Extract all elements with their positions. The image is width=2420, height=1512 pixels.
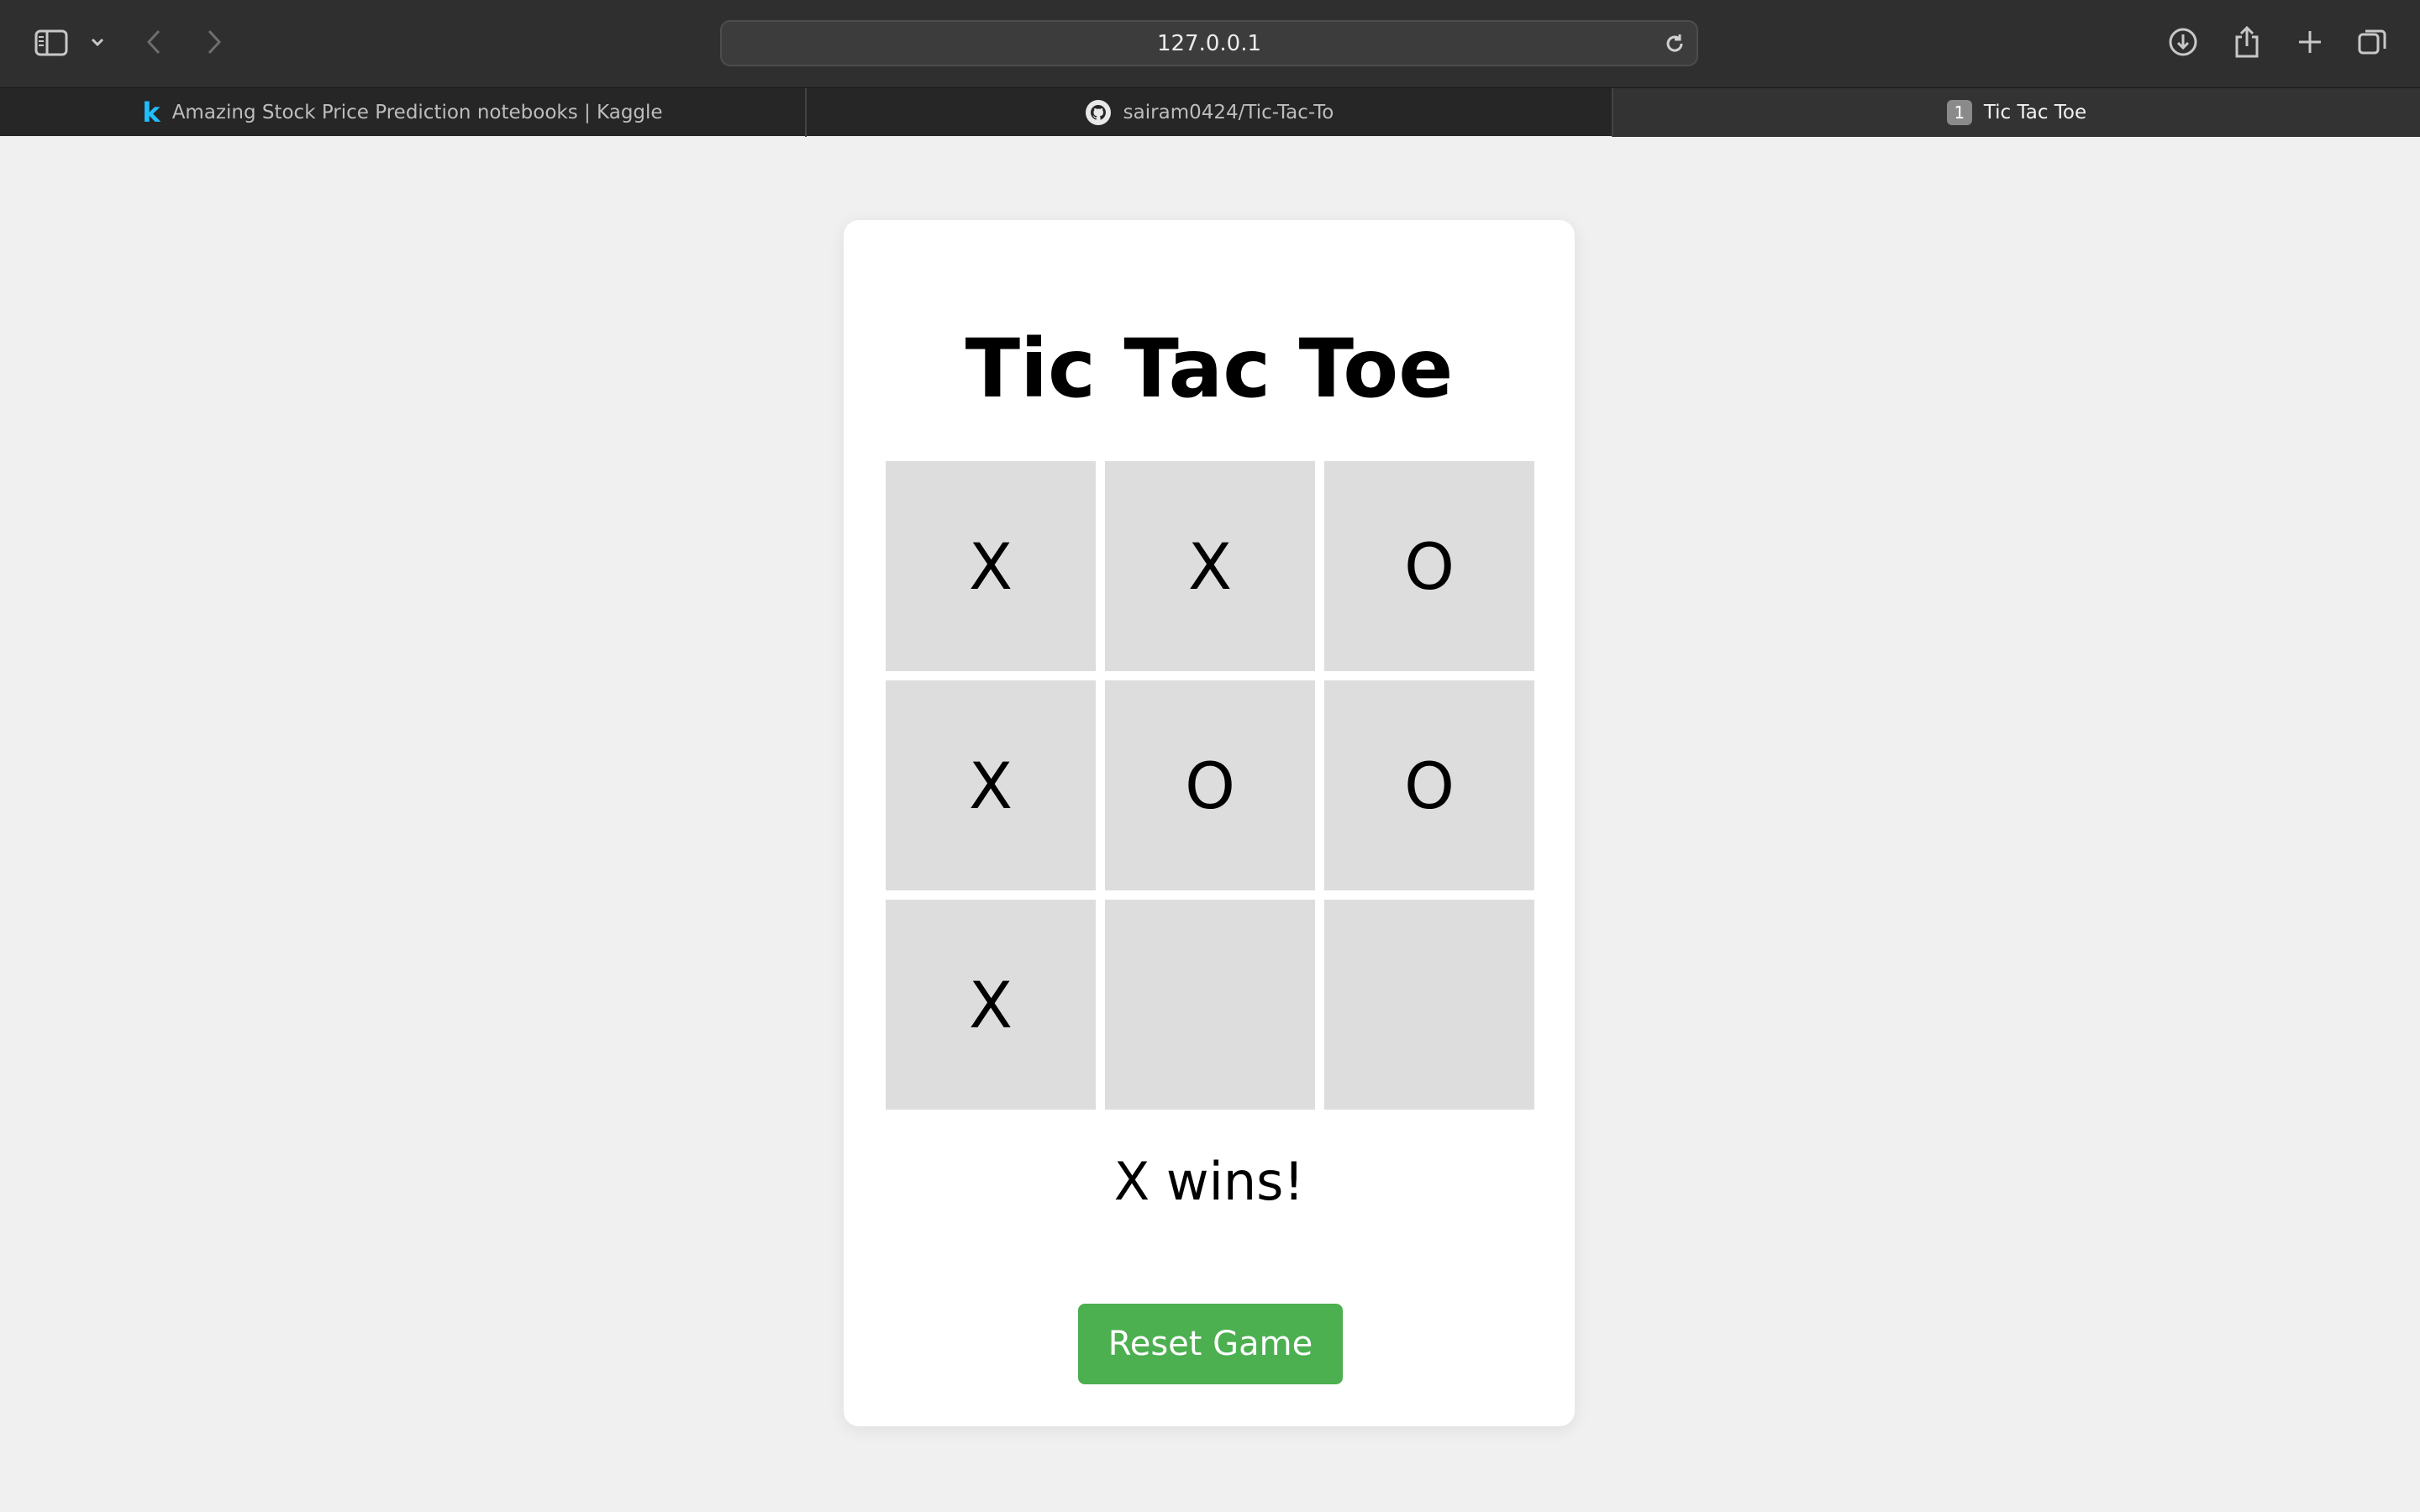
board-cell[interactable]: X — [886, 680, 1096, 890]
sidebar-toggle-icon[interactable] — [32, 25, 71, 60]
board-cell[interactable] — [1105, 900, 1315, 1110]
board-cell[interactable]: O — [1324, 680, 1534, 890]
board-cell[interactable] — [1324, 900, 1534, 1110]
board-cell[interactable]: X — [886, 461, 1096, 671]
tab-github[interactable]: sairam0424/Tic-Tac-To — [807, 88, 1612, 137]
board-cell[interactable]: O — [1105, 680, 1315, 890]
share-icon[interactable] — [2230, 24, 2264, 60]
forward-arrow-icon[interactable] — [202, 27, 227, 57]
new-tab-plus-icon[interactable] — [2293, 25, 2327, 59]
browser-toolbar: 127.0.0.1 — [0, 0, 2420, 87]
github-icon — [1085, 99, 1112, 126]
download-icon[interactable] — [2166, 25, 2200, 59]
tab-label: sairam0424/Tic-Tac-To — [1123, 102, 1334, 123]
tab-tic-tac-toe[interactable]: 1 Tic Tac Toe — [1613, 88, 2420, 137]
game-board: X X O X O O X — [886, 461, 1534, 1110]
kaggle-icon: k — [142, 97, 160, 129]
tab-label: Tic Tac Toe — [1983, 102, 2087, 123]
reload-icon[interactable] — [1661, 30, 1688, 57]
tab-bar: k Amazing Stock Price Prediction noteboo… — [0, 87, 2420, 137]
back-arrow-icon[interactable] — [141, 27, 166, 57]
game-card: Tic Tac Toe X X O X O O X X wins! Reset … — [844, 220, 1575, 1426]
board-cell[interactable]: X — [1105, 461, 1315, 671]
reset-game-button[interactable]: Reset Game — [1078, 1304, 1343, 1384]
game-status: X wins! — [1113, 1151, 1305, 1212]
page-title: Tic Tac Toe — [965, 322, 1454, 416]
tab-number-badge: 1 — [1946, 100, 1972, 125]
board-cell[interactable]: O — [1324, 461, 1534, 671]
chevron-down-icon[interactable] — [87, 32, 108, 52]
board-cell[interactable]: X — [886, 900, 1096, 1110]
tab-overview-icon[interactable] — [2355, 25, 2389, 59]
address-bar[interactable]: 127.0.0.1 — [720, 20, 1698, 66]
tab-kaggle[interactable]: k Amazing Stock Price Prediction noteboo… — [0, 88, 805, 137]
address-text: 127.0.0.1 — [1156, 30, 1262, 56]
tab-label: Amazing Stock Price Prediction notebooks… — [171, 102, 663, 123]
